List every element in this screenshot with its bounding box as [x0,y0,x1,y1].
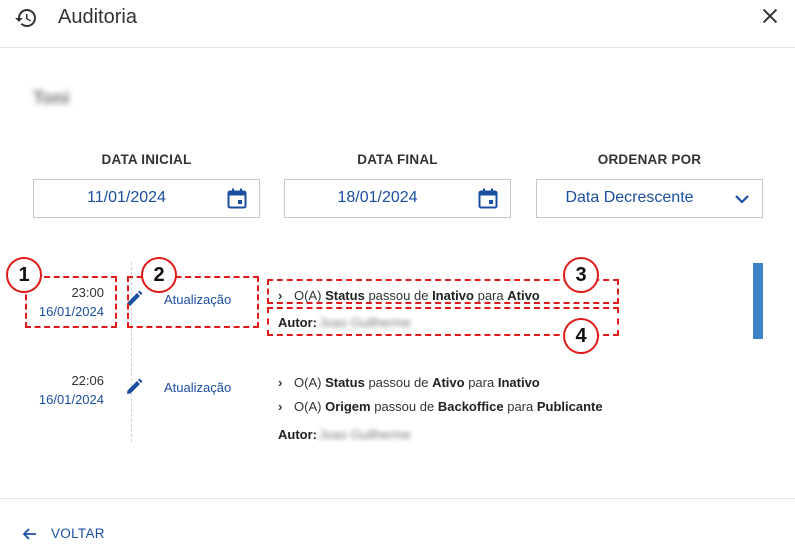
order-by-label: ORDENAR POR [597,152,702,167]
dialog-title: Auditoria [58,6,137,28]
change-from: Ativo [432,375,465,390]
annotation-badge-1: 1 [6,257,42,293]
change-mid: passou de [368,375,429,390]
change-line: › O(A) Status passou de Ativo para Inativ… [278,375,540,390]
change-prefix: O(A) [294,399,322,414]
back-button-label: VOLTAR [51,526,105,541]
change-prefix: O(A) [294,375,322,390]
calendar-icon[interactable] [227,188,247,209]
change-field: Origem [325,399,371,414]
entry-date: 16/01/2024 [38,392,104,407]
close-icon[interactable] [759,5,781,27]
start-date-value: 11/01/2024 [87,189,166,206]
entry-time: 22:06 [71,373,104,388]
pencil-icon [127,378,143,394]
annotation-badge-2: 2 [141,257,177,293]
author-label: Autor: [278,427,317,442]
change-conj: para [507,399,534,414]
chevron-down-icon [735,195,749,204]
change-line: › O(A) Origem passou de Backoffice para P… [278,399,603,414]
entry-author: Autor: Joao Guilherme [278,427,411,442]
author-name: Joao Guilherme [319,427,411,442]
change-field: Status [325,375,365,390]
order-by-value: Data Decrescente [565,189,694,206]
footer-divider [0,498,795,499]
history-icon [15,9,36,27]
end-date-value: 18/01/2024 [337,189,418,206]
annotation-badge-4: 4 [563,318,599,354]
annotation-badge-3: 3 [563,257,599,293]
end-date-label: DATA FINAL [357,152,438,167]
change-conj: para [468,375,495,390]
start-date-label: DATA INICIAL [101,152,192,167]
start-date-field[interactable]: 11/01/2024 [33,179,260,218]
change-from: Backoffice [437,399,504,414]
scrollbar-thumb[interactable] [753,263,763,339]
change-to: Inativo [497,375,540,390]
chevron-right-icon: › [278,375,283,390]
order-by-select[interactable]: Data Decrescente [536,179,763,218]
calendar-icon[interactable] [478,188,498,209]
end-date-field[interactable]: 18/01/2024 [284,179,511,218]
chevron-right-icon: › [278,399,283,414]
change-mid: passou de [374,399,435,414]
user-name: Toni [33,88,70,108]
dialog-header: Auditoria [0,0,795,48]
arrow-left-icon [22,528,36,540]
entry-action[interactable]: Atualização [164,380,231,395]
change-to: Publicante [536,399,603,414]
